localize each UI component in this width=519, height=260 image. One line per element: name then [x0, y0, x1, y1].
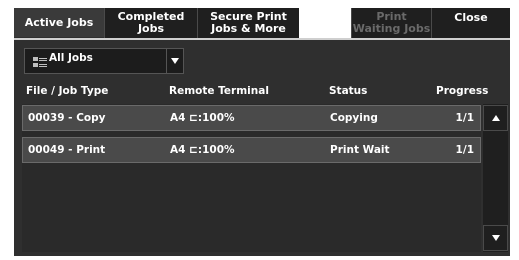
- tab-spacer: [299, 8, 351, 38]
- scroll-down-icon: [492, 235, 500, 241]
- progress-cell: 1/1: [455, 112, 474, 124]
- remote-terminal-cell: A4 ⊏:100%: [170, 144, 235, 156]
- tab-print-waiting-jobs: Print Waiting Jobs: [351, 8, 431, 38]
- tab-secure-print-jobs[interactable]: Secure Print Jobs & More: [197, 8, 299, 38]
- close-button[interactable]: Close: [431, 8, 510, 38]
- scroll-up-icon: [492, 115, 500, 121]
- chevron-down-icon: [171, 58, 179, 64]
- dropdown-toggle[interactable]: [166, 49, 183, 73]
- list-icon: [33, 57, 47, 67]
- tab-completed-jobs[interactable]: Completed Jobs: [104, 8, 197, 38]
- tab-active-jobs[interactable]: Active Jobs: [14, 8, 104, 38]
- status-cell: Copying: [330, 112, 378, 124]
- column-header-file-job-type: File / Job Type: [26, 85, 109, 97]
- column-header-status: Status: [329, 85, 368, 97]
- column-header-progress: Progress: [436, 85, 489, 97]
- job-status-screen: Active Jobs Completed Jobs Secure Print …: [14, 8, 510, 256]
- filter-label: All Jobs: [49, 52, 93, 64]
- scroll-up-button[interactable]: [483, 105, 508, 131]
- file-job-type-cell: 00039 - Copy: [28, 112, 106, 124]
- remote-terminal-cell: A4 ⊏:100%: [170, 112, 235, 124]
- file-job-type-cell: 00049 - Print: [28, 144, 106, 156]
- table-row[interactable]: 00049 - Print A4 ⊏:100% Print Wait 1/1: [22, 137, 481, 163]
- column-header-remote-terminal: Remote Terminal: [169, 85, 269, 97]
- scroll-down-button[interactable]: [483, 225, 508, 251]
- table-row[interactable]: 00039 - Copy A4 ⊏:100% Copying 1/1: [22, 105, 481, 131]
- job-filter-dropdown[interactable]: All Jobs: [24, 48, 184, 74]
- progress-cell: 1/1: [455, 144, 474, 156]
- tab-divider: [14, 38, 510, 40]
- status-cell: Print Wait: [330, 144, 390, 156]
